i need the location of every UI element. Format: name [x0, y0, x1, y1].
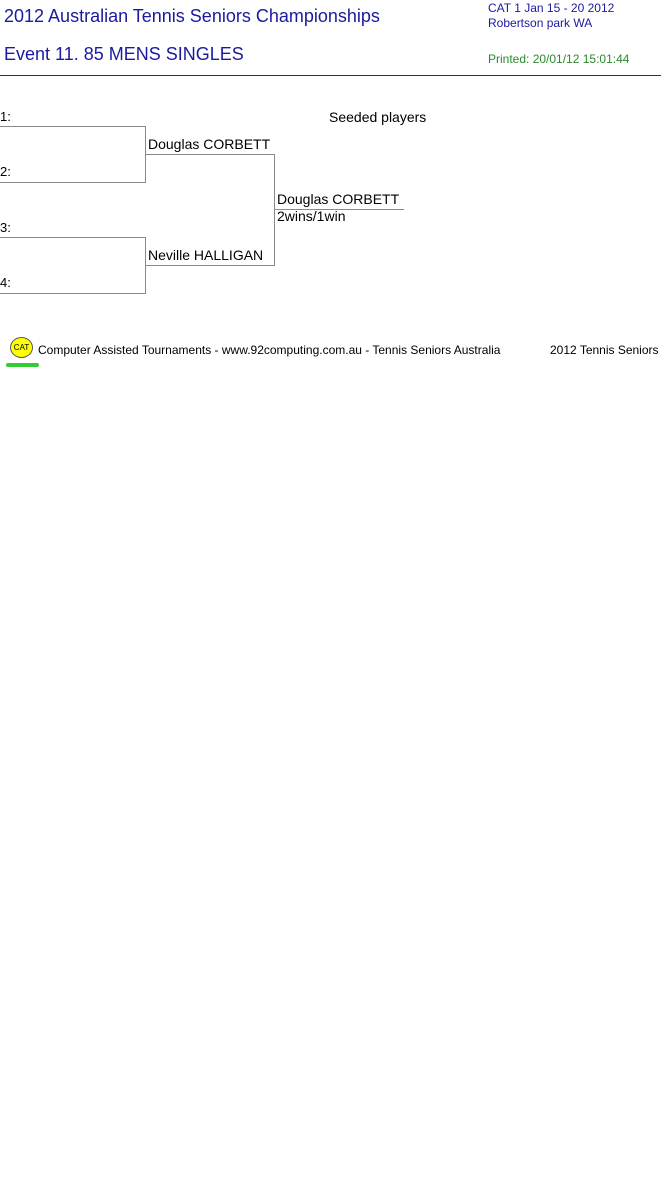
- printed-timestamp: Printed: 20/01/12 15:01:44: [488, 52, 630, 66]
- seeded-players-label: Seeded players: [329, 109, 427, 125]
- round2-player-1: Douglas CORBETT: [148, 136, 271, 152]
- footer-event-short: 2012 Tennis Seniors: [550, 343, 659, 357]
- tournament-title: 2012 Australian Tennis Seniors Champions…: [4, 6, 380, 26]
- bracket-line: [146, 265, 274, 266]
- venue: Robertson park WA: [488, 16, 593, 30]
- bracket-line: [0, 293, 146, 294]
- winner-score: 2wins/1win: [277, 208, 346, 224]
- bracket-line: [275, 209, 404, 210]
- bracket-line: [0, 237, 146, 238]
- winner-name: Douglas CORBETT: [277, 191, 400, 207]
- header-divider: [0, 75, 661, 76]
- bracket-line: [274, 154, 275, 266]
- category-dates: CAT 1 Jan 15 - 20 2012: [488, 1, 615, 15]
- round2-player-2: Neville HALLIGAN: [148, 247, 264, 263]
- slot-2: 2:: [0, 164, 11, 179]
- bracket-line: [0, 126, 146, 127]
- cat-logo: CAT: [10, 337, 33, 358]
- slot-4: 4:: [0, 275, 11, 290]
- logo-underline: [6, 363, 39, 367]
- event-title: Event 11. 85 MENS SINGLES: [4, 44, 244, 64]
- slot-1: 1:: [0, 109, 11, 124]
- footer-credits: Computer Assisted Tournaments - www.92co…: [38, 343, 501, 357]
- bracket-line: [0, 182, 146, 183]
- bracket-line: [146, 154, 274, 155]
- slot-3: 3:: [0, 220, 11, 235]
